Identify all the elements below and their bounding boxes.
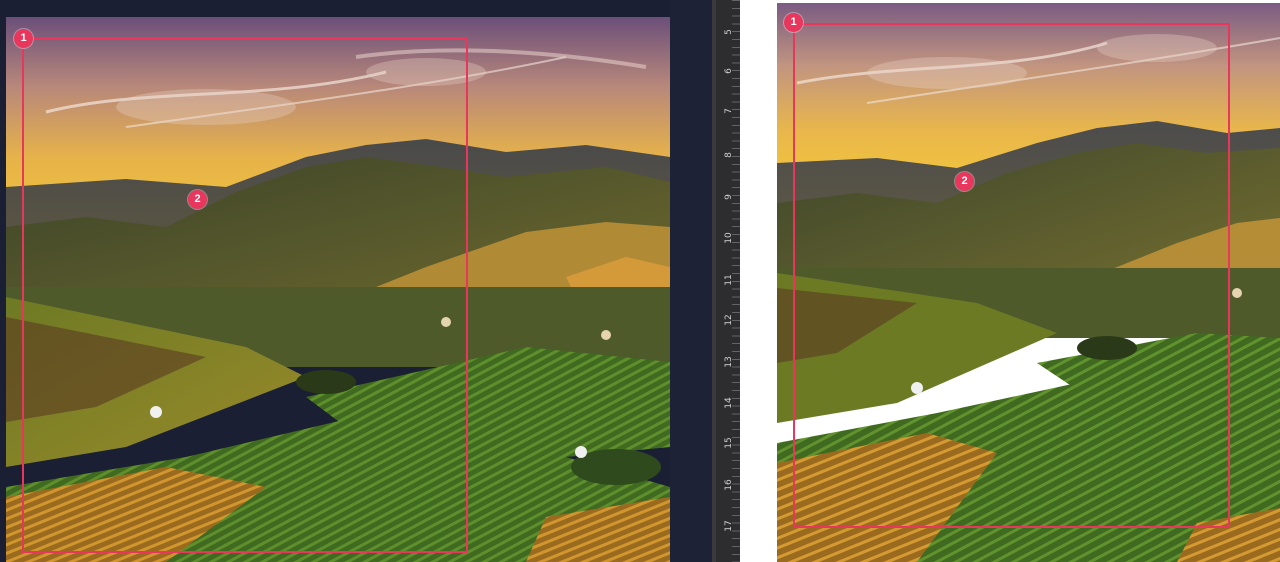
ruler-number: 9 (724, 194, 734, 200)
ruler-number: 6 (724, 68, 734, 74)
ruler-number: 8 (724, 152, 734, 158)
marker-badge-2[interactable]: 2 (188, 190, 207, 209)
marker-badge-1-right[interactable]: 1 (784, 13, 803, 32)
ruler-number: 15 (724, 437, 734, 449)
ruler-number: 5 (724, 29, 734, 35)
ruler-number: 7 (724, 108, 734, 114)
ruler-number: 11 (724, 274, 734, 286)
ruler-number: 10 (724, 232, 734, 244)
vertical-ruler[interactable]: 5 6 7 8 9 10 11 12 13 14 15 16 17 (712, 0, 740, 562)
selection-box-1-right[interactable] (793, 23, 1230, 528)
marker-badge-1[interactable]: 1 (14, 29, 33, 48)
ruler-number: 13 (724, 356, 734, 368)
selection-box-1[interactable] (22, 38, 468, 553)
left-gutter (670, 0, 712, 562)
ruler-number: 17 (724, 520, 734, 532)
image-compare-workspace: 1 2 5 6 7 8 9 10 11 12 13 14 15 16 17 1 … (0, 0, 1280, 562)
ruler-number: 12 (724, 314, 734, 326)
marker-badge-2-right[interactable]: 2 (955, 172, 974, 191)
ruler-number: 16 (724, 479, 734, 491)
left-canvas-panel: 1 2 (0, 0, 712, 562)
ruler-number: 14 (724, 397, 734, 409)
right-canvas-panel: 1 2 (740, 0, 1280, 562)
